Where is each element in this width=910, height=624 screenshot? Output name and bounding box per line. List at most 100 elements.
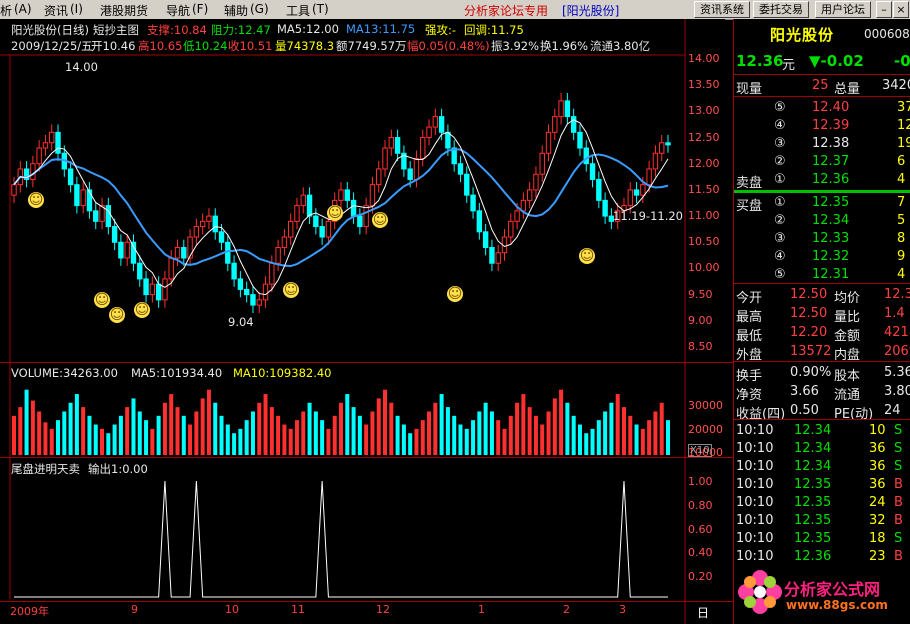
tick-time: 10:10: [736, 495, 774, 510]
volume-bar: [527, 407, 532, 455]
ask-price: 12.39: [812, 118, 850, 133]
volume-bar: [401, 424, 406, 455]
volume-bar: [276, 415, 281, 455]
volume-bar: [370, 411, 375, 455]
date-axis-label: 10: [225, 603, 239, 616]
date-axis-label: 9: [131, 603, 138, 616]
tick-price: 12.35: [794, 531, 832, 546]
volume-bar: [137, 411, 142, 455]
volume-bar: [357, 415, 362, 455]
volume-bar: [559, 389, 564, 455]
period-tab[interactable]: 日: [697, 604, 710, 621]
volume-bar: [288, 428, 293, 455]
minimize-button[interactable]: –: [876, 1, 892, 18]
volume-bar: [282, 424, 287, 455]
stat-label: 净资: [736, 388, 763, 403]
menu-bar: 析 (A) 资讯 (I) 港股期货 导航 (F) 辅助 (G) 工具 (T) 分…: [0, 0, 910, 20]
volume-bar: [250, 411, 255, 455]
volume-bar: [118, 415, 123, 455]
stat-value: 3.80: [884, 384, 910, 399]
tick-volume: 23: [869, 549, 886, 564]
ask-level-3: ②: [774, 154, 786, 169]
volume-bar: [458, 424, 463, 455]
volume-bar: [93, 424, 98, 455]
volume-bar: [162, 402, 167, 455]
volume-bar: [232, 433, 237, 455]
candle: [344, 189, 350, 201]
candle: [256, 299, 262, 306]
volume-bar: [181, 415, 186, 455]
candle: [388, 137, 395, 149]
volume-bar: [515, 402, 520, 455]
stat-label: 金额: [834, 329, 861, 344]
ask-price: 12.40: [812, 100, 850, 115]
volume-bar: [383, 389, 388, 455]
candle: [583, 147, 589, 165]
menu-tools[interactable]: 工具: [286, 2, 310, 19]
menu-assist[interactable]: 辅助: [224, 2, 248, 19]
menu-hk-futures[interactable]: 港股期货: [100, 2, 148, 19]
volume-bar: [326, 428, 331, 455]
candle: [80, 189, 86, 207]
menu-news[interactable]: 资讯: [44, 2, 68, 19]
stat-label: 量比: [834, 310, 861, 325]
now-vol-label: 现量: [736, 82, 763, 97]
volume-bar: [521, 394, 526, 455]
volume-bar: [590, 428, 595, 455]
volume-bar: [150, 428, 155, 455]
volume-header: VOLUME:34263.00: [11, 366, 118, 380]
candle: [306, 194, 313, 217]
volume-bar: [496, 420, 501, 455]
candle: [118, 241, 124, 259]
volume-bar: [225, 424, 230, 455]
ask-level-2: ③: [774, 136, 786, 151]
trade-button[interactable]: 委托交易: [753, 1, 809, 18]
menu-navigate[interactable]: 导航: [166, 2, 190, 19]
signal-axis-100: 1.00: [688, 475, 713, 488]
volume-bar: [659, 402, 664, 455]
vol-unit: X10: [688, 444, 712, 457]
tick-price: 12.36: [794, 549, 832, 564]
candle: [426, 126, 432, 139]
stat-value: 13572: [790, 344, 832, 359]
total-vol-value: 3420: [882, 78, 910, 93]
volume-bar: [30, 400, 35, 455]
candle: [470, 194, 476, 212]
signal-header: 尾盘进明天卖: [11, 462, 80, 476]
candle: [130, 241, 137, 264]
candle: [49, 131, 55, 144]
volume-bar: [238, 428, 243, 455]
vol-axis-30000: 30000: [688, 399, 723, 412]
candle: [250, 294, 256, 306]
volume-bar: [307, 402, 312, 455]
stat-label: 最高: [736, 310, 763, 325]
info-system-button[interactable]: 资讯系统: [694, 1, 750, 18]
volume-bar: [206, 389, 211, 455]
volume-bar: [37, 411, 42, 455]
close-icon[interactable]: ×: [893, 1, 909, 18]
candle: [652, 152, 659, 170]
volume-bar: [294, 420, 299, 455]
volume-bar: [452, 415, 457, 455]
menu-navigate-key: (F): [192, 2, 209, 16]
volume-bar: [420, 420, 425, 455]
kline-chart-area[interactable]: 阳光股份(日线) 短抄主图 支撑:10.84 阻力:12.47 MA5:12.0…: [0, 19, 733, 624]
menu-analysis[interactable]: 析: [0, 2, 12, 19]
candle: [237, 278, 244, 290]
candle: [319, 226, 325, 238]
candle: [589, 163, 596, 180]
date-axis-label: 12: [376, 603, 390, 616]
volume-bar: [131, 398, 136, 455]
ask-volume: 12: [897, 118, 910, 133]
forum-button[interactable]: 用户论坛: [815, 1, 871, 18]
tick-side: S: [894, 423, 903, 438]
candle: [55, 131, 61, 154]
ask-price: 12.36: [812, 172, 850, 187]
price-change: ▼-0.02: [809, 52, 864, 70]
candle: [137, 262, 143, 280]
bid-price: 12.34: [812, 213, 850, 228]
candle: [438, 116, 445, 133]
volume-bar: [533, 415, 538, 455]
forum-title: 分析家论坛专用: [464, 4, 549, 18]
signal-axis-040: 0.40: [688, 546, 713, 559]
